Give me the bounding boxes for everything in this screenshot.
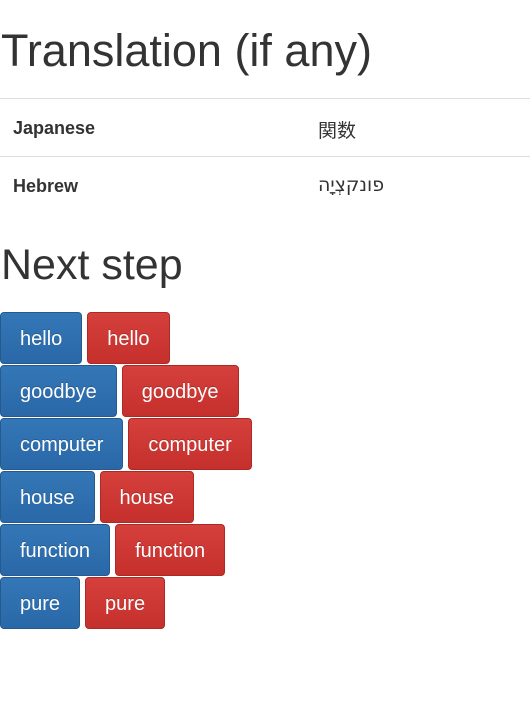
translated-word: פונקצְיָה [318,174,385,196]
word-button-red[interactable]: house [99,471,194,523]
word-row: computer computer [0,418,257,471]
translation-table: Japanese 関数 Hebrew פונקצְיָה [0,98,530,214]
word-button-red[interactable]: function [115,524,226,576]
word-row: pure pure [0,577,257,630]
word-row: goodbye goodbye [0,365,257,418]
word-button-red[interactable]: pure [85,577,166,629]
translation-heading: Translation (if any) [1,25,372,76]
word-button-red[interactable]: goodbye [121,365,239,417]
word-button-blue[interactable]: house [0,471,95,523]
word-button-blue[interactable]: function [0,524,111,576]
next-step-word-list: hello hello goodbye goodbye computer com… [0,312,257,630]
word-button-blue[interactable]: hello [0,312,83,364]
word-row: function function [0,524,257,577]
translated-word: 関数 [318,120,357,142]
word-button-blue[interactable]: computer [0,418,124,470]
word-button-blue[interactable]: goodbye [0,365,117,417]
word-button-red[interactable]: computer [128,418,252,470]
next-step-heading: Next step [1,241,183,289]
word-row: house house [0,471,257,524]
word-button-red[interactable]: hello [87,312,170,364]
word-button-blue[interactable]: pure [0,577,81,629]
language-label: Hebrew [13,176,79,196]
language-label: Japanese [13,118,96,138]
translation-row-japanese: Japanese 関数 [0,99,530,157]
translation-row-hebrew: Hebrew פונקצְיָה [0,157,530,214]
word-row: hello hello [0,312,257,365]
